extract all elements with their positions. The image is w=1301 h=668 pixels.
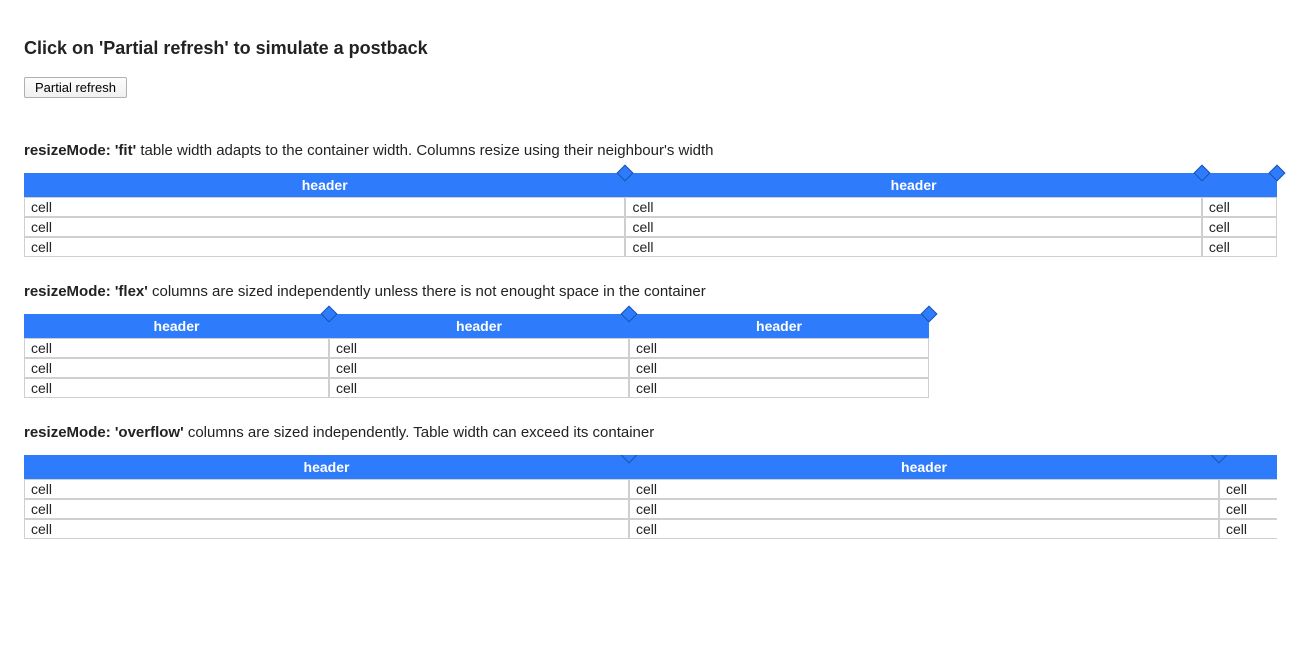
table-flex-header-0-label: header [154,318,200,334]
table-flex-header-1-label: header [456,318,502,334]
table-overflow: header header cell cell cell [24,455,1277,539]
table-fit: header header cell cell cell [24,173,1277,257]
table-row: cell cell cell [24,217,1277,237]
section-fit: resizeMode: 'fit' table width adapts to … [24,142,1277,257]
table-cell: cell [625,197,1201,217]
table-overflow-header-1[interactable]: header [629,455,1219,479]
table-cell: cell [629,479,1219,499]
section-flex-desc-rest: columns are sized independently unless t… [148,283,706,300]
table-fit-header-0[interactable]: header [24,173,625,197]
section-fit-desc: resizeMode: 'fit' table width adapts to … [24,142,1277,159]
table-flex-header-row: header header header [24,314,929,338]
table-row: cell cell cell [24,338,929,358]
table-cell: cell [24,237,625,257]
table-cell: cell [625,217,1201,237]
section-flex-desc-strong: resizeMode: 'flex' [24,283,148,300]
table-cell: cell [24,358,329,378]
section-fit-desc-rest: table width adapts to the container widt… [136,142,713,159]
table-cell: cell [24,338,329,358]
table-cell: cell [1202,217,1277,237]
table-flex-header-2-label: header [756,318,802,334]
table-overflow-header-row: header header [24,455,1277,479]
table-row: cell cell cell [24,197,1277,217]
table-row: cell cell cell [24,358,929,378]
table-overflow-header-1-label: header [901,459,947,475]
table-cell: cell [1219,479,1277,499]
section-overflow-desc: resizeMode: 'overflow' columns are sized… [24,424,1277,441]
spacer [24,98,1277,142]
section-fit-desc-strong: resizeMode: 'fit' [24,142,136,159]
partial-refresh-button[interactable]: Partial refresh [24,77,127,98]
table-cell: cell [629,358,929,378]
section-flex-desc: resizeMode: 'flex' columns are sized ind… [24,283,1277,300]
table-cell: cell [329,338,629,358]
table-cell: cell [24,499,629,519]
table-flex-wrap: header header header cell cell [24,314,1277,398]
page-title: Click on 'Partial refresh' to simulate a… [24,38,1277,59]
section-overflow-desc-rest: columns are sized independently. Table w… [184,424,655,441]
table-fit-header-2[interactable] [1202,173,1277,197]
table-row: cell cell cell [24,237,1277,257]
table-cell: cell [24,217,625,237]
table-fit-header-1-label: header [891,177,937,193]
table-cell: cell [1219,519,1277,539]
table-flex-header-2[interactable]: header [629,314,929,338]
table-cell: cell [329,358,629,378]
section-flex: resizeMode: 'flex' columns are sized ind… [24,283,1277,398]
section-overflow: resizeMode: 'overflow' columns are sized… [24,424,1277,539]
table-row: cell cell cell [24,378,929,398]
resize-handle-icon[interactable] [1269,165,1286,182]
table-overflow-wrap[interactable]: header header cell cell cell [24,455,1277,539]
table-row: cell cell cell [24,519,1277,539]
table-cell: cell [1202,197,1277,217]
table-overflow-header-0[interactable]: header [24,455,629,479]
table-flex-header-0[interactable]: header [24,314,329,338]
table-flex-header-1[interactable]: header [329,314,629,338]
table-flex: header header header cell cell [24,314,929,398]
resize-handle-icon[interactable] [921,306,938,323]
table-fit-wrap: header header cell cell cell [24,173,1277,257]
table-cell: cell [1202,237,1277,257]
table-cell: cell [629,499,1219,519]
table-row: cell cell cell [24,499,1277,519]
table-cell: cell [24,378,329,398]
table-fit-header-0-label: header [302,177,348,193]
table-fit-header-1[interactable]: header [625,173,1201,197]
table-cell: cell [1219,499,1277,519]
table-cell: cell [24,519,629,539]
table-overflow-header-2[interactable] [1219,455,1277,479]
table-cell: cell [24,197,625,217]
table-row: cell cell cell [24,479,1277,499]
table-cell: cell [329,378,629,398]
table-fit-header-row: header header [24,173,1277,197]
table-overflow-header-0-label: header [304,459,350,475]
table-cell: cell [625,237,1201,257]
section-overflow-desc-strong: resizeMode: 'overflow' [24,424,184,441]
table-cell: cell [24,479,629,499]
table-cell: cell [629,378,929,398]
table-cell: cell [629,519,1219,539]
table-cell: cell [629,338,929,358]
